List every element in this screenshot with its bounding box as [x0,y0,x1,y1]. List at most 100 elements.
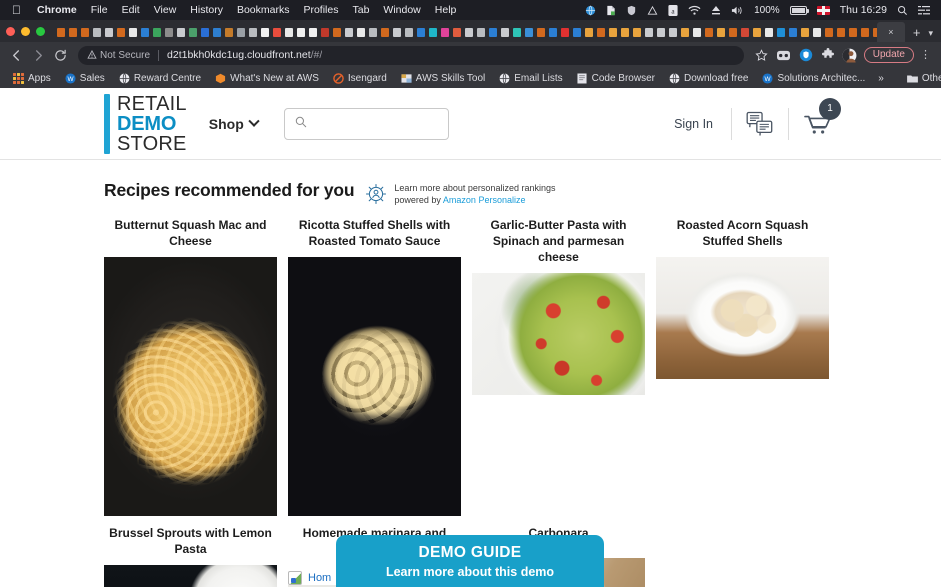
browser-tab[interactable] [391,22,403,42]
browser-tab[interactable] [175,22,187,42]
browser-tab[interactable] [751,22,763,42]
browser-tab[interactable] [139,22,151,42]
browser-tab[interactable] [463,22,475,42]
control-center-icon[interactable] [913,5,935,16]
browser-tab[interactable] [739,22,751,42]
browser-tab[interactable] [379,22,391,42]
browser-tab[interactable] [511,22,523,42]
sign-in-link[interactable]: Sign In [656,117,731,131]
bookmark-apps[interactable]: Apps [6,72,58,84]
bookmark-star-icon[interactable] [752,45,772,65]
mac-and-cheese-photo[interactable] [104,257,277,517]
window-close-button[interactable] [6,26,15,36]
browser-tab[interactable] [727,22,739,42]
eject-icon[interactable] [706,5,726,16]
browser-tab[interactable] [367,22,379,42]
browser-tab[interactable] [811,22,823,42]
window-controls[interactable] [6,20,55,42]
bookmark-what-s-new-at-aws[interactable]: What's New at AWS [208,73,326,84]
tab-search-chevron-down-icon[interactable]: ▾ [928,28,941,42]
browser-tab[interactable] [859,22,871,42]
menu-item-tab[interactable]: Tab [345,4,376,16]
apple-logo-icon[interactable]:  [6,4,30,16]
browser-tab[interactable] [187,22,199,42]
browser-tab[interactable] [763,22,775,42]
browser-tab[interactable] [259,22,271,42]
browser-tab[interactable] [295,22,307,42]
product-card[interactable]: Garlic-Butter Pasta with Spinach and par… [472,218,645,516]
shop-dropdown[interactable]: Shop [209,115,260,132]
browser-tab[interactable] [679,22,691,42]
browser-tab[interactable] [775,22,787,42]
browser-tab[interactable] [307,22,319,42]
bookmark-download-free[interactable]: Download free [662,73,755,84]
browser-tab[interactable] [115,22,127,42]
browser-tab[interactable] [787,22,799,42]
browser-tab[interactable] [691,22,703,42]
uk-flag-icon[interactable] [812,5,835,15]
browser-tab[interactable] [619,22,631,42]
menu-item-edit[interactable]: Edit [115,4,147,16]
browser-tab[interactable] [835,22,847,42]
clock-label[interactable]: Thu 16:29 [835,4,892,16]
document-icon[interactable] [601,5,621,16]
volume-icon[interactable] [726,5,749,16]
product-card[interactable]: Ricotta Stuffed Shells with Roasted Toma… [288,218,461,517]
browser-tab[interactable] [355,22,367,42]
browser-tab[interactable] [283,22,295,42]
bookmarks-overflow-button[interactable]: » [872,73,890,84]
dry-pasta-shells-photo[interactable] [288,257,461,517]
browser-tab[interactable] [211,22,223,42]
bookmark-isengard[interactable]: Isengard [326,73,394,84]
browser-tab[interactable] [91,22,103,42]
demo-guide-banner[interactable]: DEMO GUIDE Learn more about this demo [336,535,604,587]
product-card[interactable]: Brussel Sprouts with Lemon Pasta [104,526,277,587]
browser-tab[interactable] [559,22,571,42]
browser-tab[interactable] [487,22,499,42]
browser-tab[interactable] [871,22,877,42]
browser-tab[interactable] [199,22,211,42]
browser-tab[interactable] [799,22,811,42]
menu-item-view[interactable]: View [147,4,184,16]
browser-tab[interactable] [655,22,667,42]
bookmark-reward-centre[interactable]: Reward Centre [112,73,208,84]
stuffed-shells-plate-photo[interactable] [656,257,829,380]
delta-icon[interactable] [642,5,663,16]
shield-icon[interactable] [621,5,642,16]
browser-tab[interactable] [847,22,859,42]
browser-tab[interactable] [103,22,115,42]
browser-tab[interactable] [439,22,451,42]
browser-tab[interactable] [631,22,643,42]
reload-button[interactable] [50,45,70,65]
active-tab[interactable]: × [876,22,905,42]
search-input[interactable] [313,117,438,130]
browser-tab[interactable] [643,22,655,42]
browser-tab[interactable] [595,22,607,42]
product-card[interactable]: Roasted Acorn Squash Stuffed Shells [656,218,829,516]
browser-tab[interactable] [223,22,235,42]
cart-button[interactable]: 1 [789,97,847,137]
browser-tab[interactable] [235,22,247,42]
browser-tab[interactable] [403,22,415,42]
not-secure-indicator[interactable]: Not Secure [87,50,150,61]
browser-tab[interactable] [715,22,727,42]
shield-extension-icon[interactable] [796,45,816,65]
window-minimize-button[interactable] [21,26,30,36]
menu-item-profiles[interactable]: Profiles [296,4,345,16]
menu-item-history[interactable]: History [183,4,230,16]
site-logo[interactable]: RETAIL DEMO STORE [104,93,187,154]
forward-button[interactable] [28,45,48,65]
search-box[interactable] [283,107,449,140]
bookmark-email-lists[interactable]: Email Lists [492,73,569,84]
browser-tab[interactable] [55,22,67,42]
tab-list[interactable] [55,20,877,42]
bookmark-sales[interactable]: W Sales [58,73,112,84]
menu-item-file[interactable]: File [84,4,115,16]
broken-link-text[interactable]: Hom [308,572,331,584]
window-maximize-button[interactable] [36,26,45,36]
browser-tab[interactable] [703,22,715,42]
browser-tab[interactable] [547,22,559,42]
browser-tab[interactable] [535,22,547,42]
browser-tab[interactable] [247,22,259,42]
wifi-icon[interactable] [683,5,706,16]
